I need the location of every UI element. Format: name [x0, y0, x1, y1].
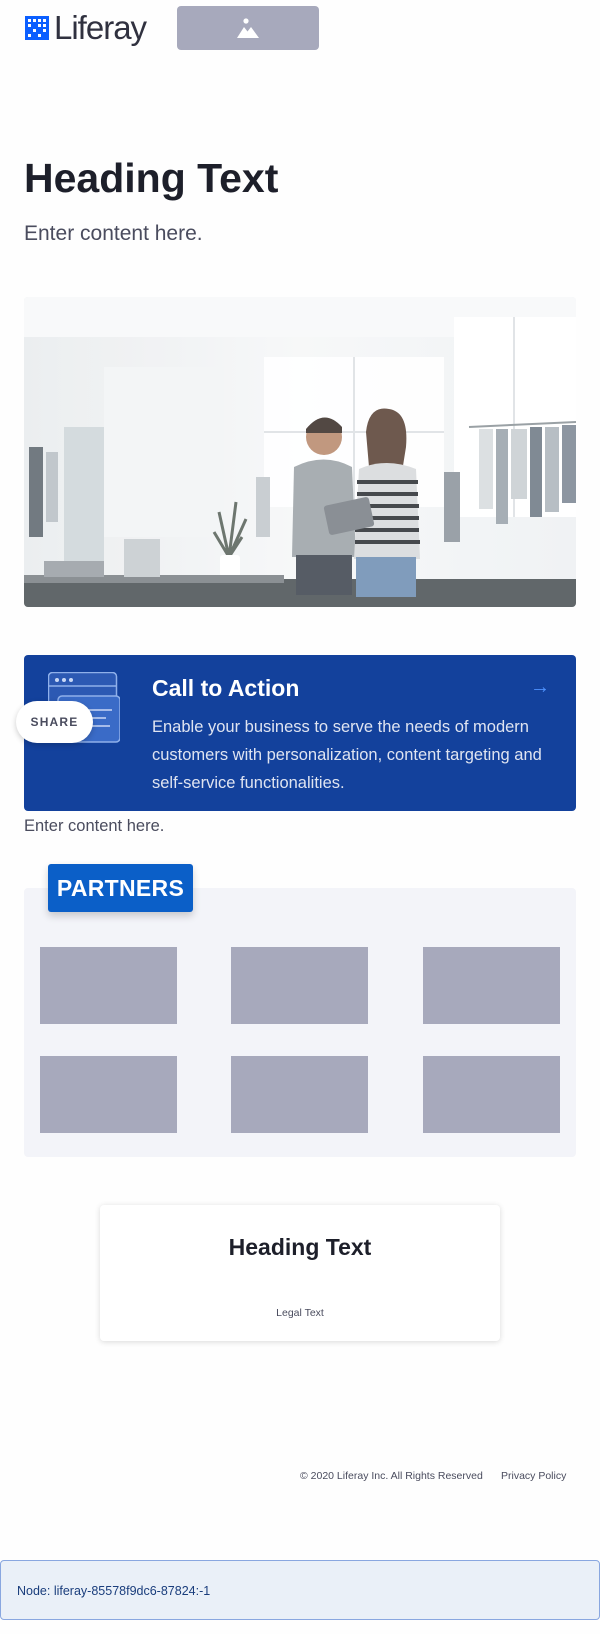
logo-text: Liferay	[54, 9, 147, 46]
cta-title: Call to Action	[152, 675, 300, 701]
partner-logo-placeholder	[40, 1056, 177, 1133]
liferay-logo[interactable]: Liferay	[25, 9, 147, 46]
card-heading: Heading Text	[228, 1234, 372, 1260]
copyright-text: © 2020 Liferay Inc. All Rights Reserved	[300, 1470, 483, 1482]
liferay-logo-icon	[25, 16, 49, 40]
cta-description: Enable your business to serve the needs …	[152, 718, 542, 792]
content-paragraph: Enter content here.	[24, 817, 165, 835]
site-header: Liferay	[0, 0, 600, 56]
partner-logo-placeholder	[231, 1056, 368, 1133]
partner-logo-placeholder	[40, 947, 177, 1024]
partner-logo-placeholder	[423, 1056, 560, 1133]
node-id-text: Node: liferay-85578f9dc6-87824:-1	[17, 1584, 211, 1598]
store-photo	[24, 297, 576, 607]
card-legal-text: Legal Text	[276, 1307, 324, 1319]
arrow-right-icon[interactable]: →	[530, 675, 550, 699]
image-placeholder-button[interactable]	[177, 6, 319, 50]
page-subtitle: Enter content here.	[24, 222, 203, 245]
partners-label: PARTNERS	[48, 864, 193, 912]
info-card: Heading Text Legal Text	[100, 1205, 500, 1341]
share-button[interactable]: SHARE	[16, 701, 93, 743]
node-info-alert: Node: liferay-85578f9dc6-87824:-1	[0, 1560, 600, 1620]
partner-logo-placeholder	[231, 947, 368, 1024]
call-to-action-banner[interactable]: Call to Action → Enable your business to…	[24, 655, 576, 811]
page-heading: Heading Text	[24, 155, 279, 201]
partners-section	[24, 888, 576, 1157]
partner-logo-placeholder	[423, 947, 560, 1024]
image-icon	[237, 18, 259, 38]
privacy-policy-link[interactable]: Privacy Policy	[501, 1469, 566, 1483]
